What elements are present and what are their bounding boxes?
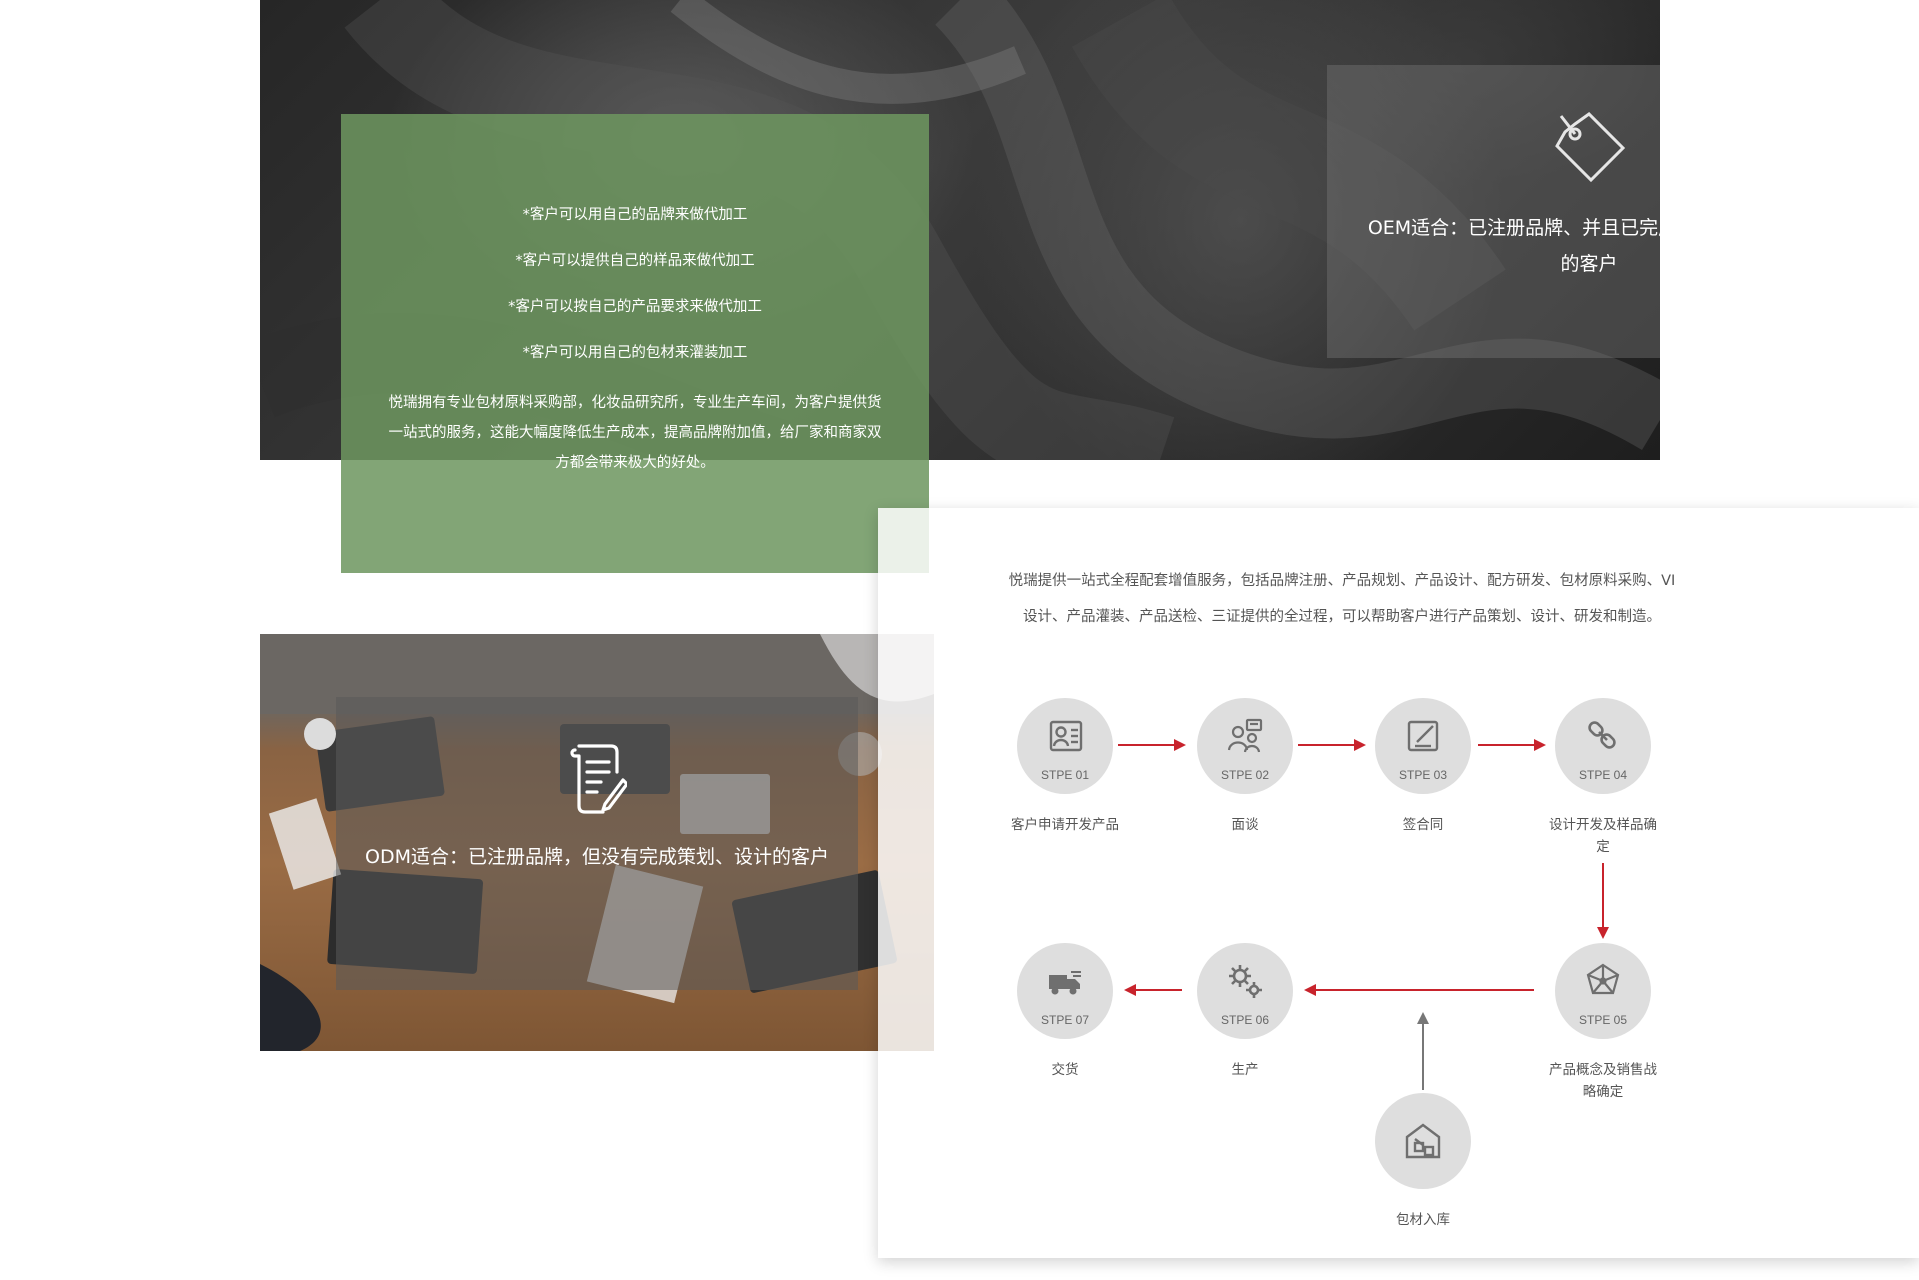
step-04: STPE 04 设计开发及样品确定 bbox=[1503, 698, 1703, 858]
step-label: 设计开发及样品确定 bbox=[1549, 817, 1657, 855]
odm-card: ODM适合：已注册品牌，但没有完成策划、设计的客户 bbox=[336, 697, 858, 990]
step-number: STPE 05 bbox=[1578, 1013, 1628, 1027]
step-label: 生产 bbox=[1231, 1062, 1259, 1078]
step-circle: STPE 05 bbox=[1555, 943, 1651, 1039]
step-number: STPE 04 bbox=[1578, 768, 1628, 782]
step-label: 包材入库 bbox=[1396, 1212, 1450, 1228]
step-circle bbox=[1375, 1093, 1471, 1189]
custom-processing-card: *客户可以用自己的品牌来做代加工 *客户可以提供自己的样品来做代加工 *客户可以… bbox=[341, 114, 929, 573]
feature-bullet: *客户可以用自己的包材来灌装加工 bbox=[522, 345, 748, 361]
arrow-down bbox=[1602, 863, 1604, 931]
step-label: 交货 bbox=[1051, 1062, 1079, 1078]
step-circle: STPE 01 bbox=[1017, 698, 1113, 794]
meeting-photo: ODM适合：已注册品牌，但没有完成策划、设计的客户 bbox=[260, 634, 934, 1051]
step-label: 产品概念及销售战略确定 bbox=[1549, 1062, 1657, 1100]
step-circle: STPE 02 bbox=[1197, 698, 1293, 794]
network-icon bbox=[1586, 963, 1620, 995]
step-number: STPE 01 bbox=[1040, 768, 1090, 782]
feature-bullet: *客户可以提供自己的样品来做代加工 bbox=[515, 253, 755, 269]
step-06: STPE 06 生产 bbox=[1145, 943, 1345, 1081]
price-tag-icon bbox=[1555, 112, 1626, 183]
step-02: STPE 02 面谈 bbox=[1145, 698, 1345, 836]
step-01: STPE 01 客户申请开发产品 bbox=[965, 698, 1165, 836]
odm-description: ODM适合：已注册品牌，但没有完成策划、设计的客户 bbox=[365, 846, 829, 868]
step-number: STPE 07 bbox=[1040, 1013, 1090, 1027]
step-circle: STPE 04 bbox=[1555, 698, 1651, 794]
document-edit-icon bbox=[570, 744, 627, 814]
step-07: STPE 07 交货 bbox=[965, 943, 1165, 1081]
step-03: STPE 03 签合同 bbox=[1323, 698, 1523, 836]
oem-card: OEM适合：已注册品牌、并且已完成策划和产品设计的客户 bbox=[1327, 65, 1660, 358]
step-number: STPE 03 bbox=[1398, 768, 1448, 782]
chain-link-icon bbox=[1588, 721, 1616, 749]
service-process-panel: 悦瑞提供一站式全程配套增值服务，包括品牌注册、产品规划、产品设计、配方研发、包材… bbox=[878, 508, 1919, 1258]
id-card-icon bbox=[1049, 720, 1083, 752]
warehouse-icon bbox=[1405, 1123, 1441, 1159]
step-circle: STPE 07 bbox=[1017, 943, 1113, 1039]
step-circle: STPE 03 bbox=[1375, 698, 1471, 794]
sign-contract-icon bbox=[1407, 720, 1439, 752]
meeting-icon bbox=[1227, 718, 1263, 753]
company-description: 悦瑞拥有专业包材原料采购部，化妆品研究所，专业生产车间，为客户提供货一站式的服务… bbox=[388, 395, 882, 471]
gears-icon bbox=[1229, 965, 1262, 998]
step-number: STPE 06 bbox=[1220, 1013, 1270, 1027]
feature-bullet: *客户可以用自己的品牌来做代加工 bbox=[522, 207, 748, 223]
step-label: 客户申请开发产品 bbox=[1011, 817, 1119, 833]
process-intro: 悦瑞提供一站式全程配套增值服务，包括品牌注册、产品规划、产品设计、配方研发、包材… bbox=[1008, 573, 1676, 625]
feature-bullet: *客户可以按自己的产品要求来做代加工 bbox=[508, 299, 762, 315]
step-material-storage: 包材入库 bbox=[1323, 1093, 1523, 1231]
delivery-truck-icon bbox=[1049, 971, 1081, 995]
step-label: 面谈 bbox=[1231, 817, 1259, 833]
step-number: STPE 02 bbox=[1220, 768, 1270, 782]
step-circle: STPE 06 bbox=[1197, 943, 1293, 1039]
arrow-head bbox=[1417, 1012, 1429, 1024]
oem-description: OEM适合：已注册品牌、并且已完成策划和产品设计的客户 bbox=[1367, 217, 1660, 275]
step-05: STPE 05 产品概念及销售战略确定 bbox=[1503, 943, 1703, 1103]
arrow-left bbox=[1312, 989, 1534, 991]
step-label: 签合同 bbox=[1402, 817, 1444, 833]
arrow-up bbox=[1422, 1020, 1424, 1090]
arrow-head bbox=[1597, 927, 1609, 939]
